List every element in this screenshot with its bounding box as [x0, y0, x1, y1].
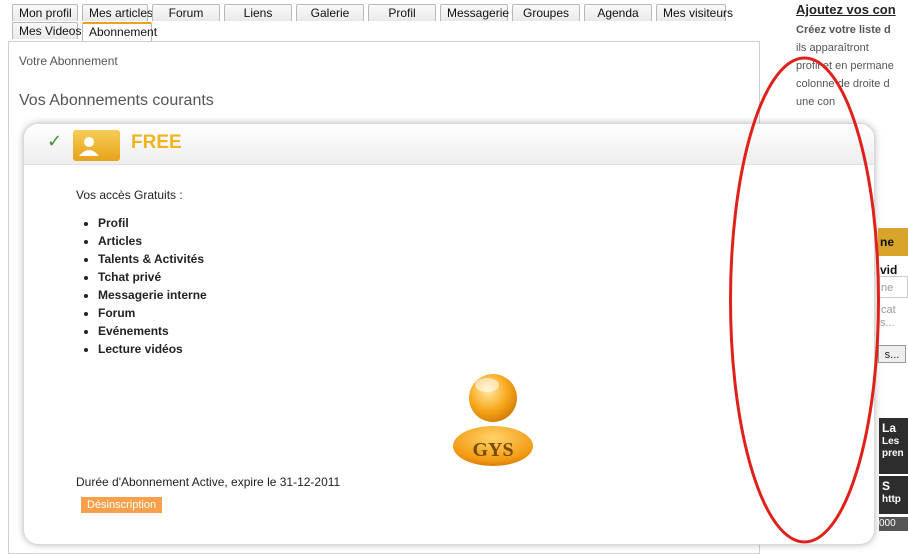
breadcrumb: Votre Abonnement	[19, 54, 118, 68]
gys-logo: GYS	[453, 374, 533, 466]
page-title: Vos Abonnements courants	[19, 92, 214, 109]
tab-forum[interactable]: Forum	[152, 4, 220, 21]
tab-liens[interactable]: Liens	[224, 4, 292, 21]
video-title: S	[882, 479, 891, 493]
tab-abonnement[interactable]: Abonnement	[82, 22, 157, 41]
right-column-text-line: colonne de droite d	[796, 78, 890, 90]
video-url: http	[882, 494, 901, 505]
tab-mes-videos[interactable]: Mes Videos	[12, 22, 81, 39]
expiry-text: Durée d'Abonnement Active, expire le 31-…	[76, 475, 341, 489]
video-thumbnail-2[interactable]: S http	[879, 476, 908, 514]
subscription-card: ✓ FREE Vos accès Gratuits : Profil Artic…	[24, 124, 874, 544]
right-column-subtitle: Créez votre liste d	[796, 24, 891, 36]
video-thumbnail-1[interactable]: La Les pren	[879, 418, 908, 474]
access-title: Vos accès Gratuits :	[76, 188, 183, 202]
video-desc: Les	[882, 436, 900, 447]
right-column-text-line: ils apparaîtront	[796, 42, 869, 54]
search-button[interactable]: s...	[878, 345, 906, 363]
unsubscribe-button[interactable]: Désinscription	[81, 497, 163, 513]
tab-groupes[interactable]: Groupes	[512, 4, 580, 21]
tab-bar-primary: Mon profil Mes articles Forum Liens Gale…	[12, 4, 733, 21]
checkmark-icon: ✓	[47, 131, 63, 151]
user-card-icon	[73, 130, 120, 161]
tab-messagerie[interactable]: Messagerie	[440, 4, 509, 21]
plan-name: FREE	[131, 132, 182, 153]
video-title: La	[882, 421, 897, 435]
list-item: Articles	[98, 232, 207, 250]
right-column: Ajoutez vos con Créez votre liste d ils …	[784, 0, 908, 554]
list-item: Lecture vidéos	[98, 340, 207, 358]
list-item: Messagerie interne	[98, 286, 207, 304]
card-header: ✓ FREE	[24, 124, 874, 165]
tab-profil[interactable]: Profil	[368, 4, 436, 21]
list-item: Tchat privé	[98, 268, 207, 286]
access-list: Profil Articles Talents & Activités Tcha…	[76, 214, 207, 358]
tab-bar-secondary: Mes Videos Abonnement	[12, 22, 157, 41]
right-column-text-line: profil et en permane	[796, 60, 894, 72]
gys-logo-text: GYS	[472, 439, 513, 461]
tab-mes-visiteurs[interactable]: Mes visiteurs	[656, 4, 733, 21]
right-column-title[interactable]: Ajoutez vos con	[796, 2, 896, 17]
tab-mes-articles[interactable]: Mes articles	[82, 4, 153, 21]
video-desc: pren	[882, 448, 904, 459]
search-field[interactable]: s...	[878, 312, 908, 334]
category-select[interactable]: ne cat	[878, 276, 908, 316]
video-progress-strip: 000	[879, 517, 908, 531]
tab-agenda[interactable]: Agenda	[584, 4, 652, 21]
tab-mon-profil[interactable]: Mon profil	[12, 4, 78, 21]
list-item: Forum	[98, 304, 207, 322]
list-item: Evénements	[98, 322, 207, 340]
video-section-header: ne vid	[878, 228, 908, 277]
list-item: Talents & Activités	[98, 250, 207, 268]
right-column-text-line: une con	[796, 96, 836, 108]
tab-galerie[interactable]: Galerie	[296, 4, 364, 21]
list-item: Profil	[98, 214, 207, 232]
